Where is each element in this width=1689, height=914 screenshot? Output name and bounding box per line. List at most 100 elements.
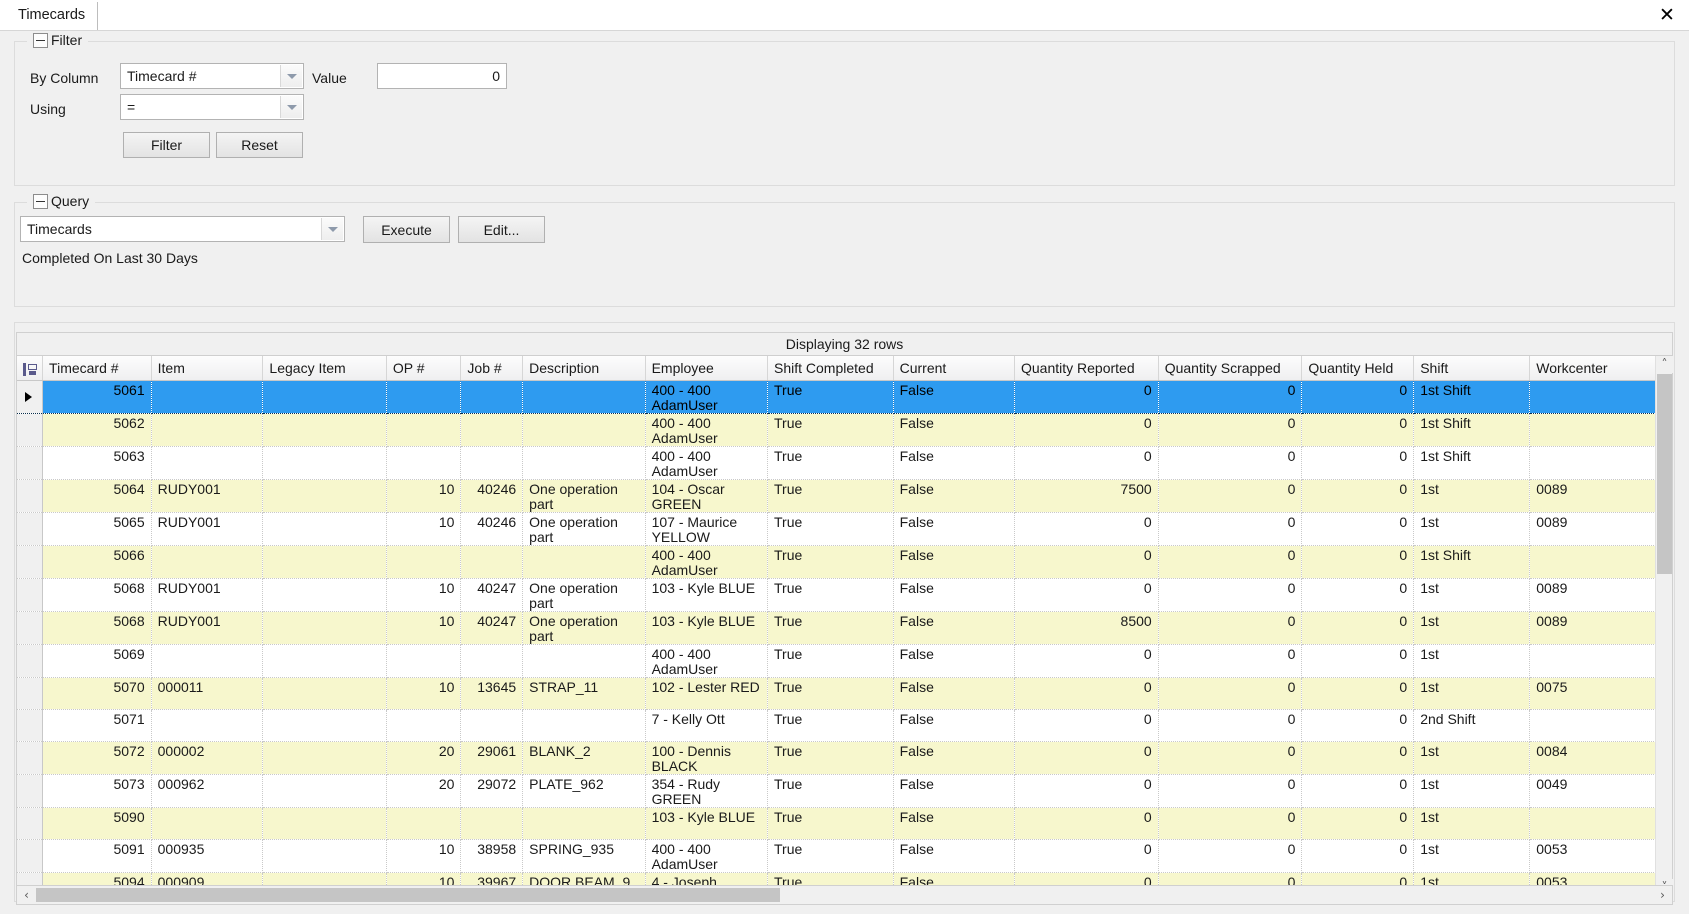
- description-cell[interactable]: [522, 545, 646, 579]
- quantity-scrapped-cell[interactable]: 0: [1158, 677, 1303, 710]
- legacy-item-cell[interactable]: [262, 479, 387, 513]
- row-header-cell[interactable]: [17, 839, 44, 873]
- horizontal-scroll-thumb[interactable]: [36, 888, 780, 902]
- workcenter-cell[interactable]: [1529, 807, 1656, 840]
- shift-completed-cell[interactable]: True: [767, 839, 894, 873]
- query-select[interactable]: Timecards: [20, 216, 345, 242]
- table-row[interactable]: 5069 400 - 400 AdamUser True False 0 0 0 1st: [17, 644, 1656, 678]
- row-header-cell[interactable]: [17, 379, 44, 414]
- table-row[interactable]: 5090 103 - Kyle BLUE True False 0 0 0 1st: [17, 807, 1656, 840]
- description-cell[interactable]: [522, 807, 646, 840]
- current-cell[interactable]: False: [893, 479, 1015, 513]
- job-cell[interactable]: [460, 413, 524, 447]
- collapse-query-icon[interactable]: [33, 194, 48, 209]
- row-header-cell[interactable]: [17, 578, 44, 612]
- item-cell[interactable]: [151, 709, 264, 742]
- item-cell[interactable]: 000011: [151, 677, 264, 710]
- timecard-cell[interactable]: 5061: [42, 379, 152, 414]
- quantity-held-cell[interactable]: 0: [1301, 611, 1415, 645]
- item-cell[interactable]: [151, 807, 264, 840]
- shift-cell[interactable]: 1st: [1413, 512, 1531, 546]
- col-header-legacy-item[interactable]: Legacy Item: [262, 356, 387, 381]
- employee-cell[interactable]: 103 - Kyle BLUE: [645, 611, 769, 645]
- quantity-held-cell[interactable]: 0: [1301, 578, 1415, 612]
- current-cell[interactable]: False: [893, 839, 1015, 873]
- timecard-cell[interactable]: 5072: [42, 741, 152, 775]
- current-cell[interactable]: False: [893, 807, 1015, 840]
- legacy-item-cell[interactable]: [262, 446, 387, 480]
- quantity-reported-cell[interactable]: 0: [1014, 644, 1159, 678]
- op-cell[interactable]: [386, 379, 462, 414]
- item-cell[interactable]: RUDY001: [151, 578, 264, 612]
- table-row[interactable]: 5070 000011 10 13645 STRAP_11 102 - Lester RE…: [17, 677, 1656, 710]
- col-header-employee[interactable]: Employee: [645, 356, 769, 381]
- by-column-select[interactable]: Timecard #: [120, 63, 304, 89]
- item-cell[interactable]: 000962: [151, 774, 264, 808]
- quantity-scrapped-cell[interactable]: 0: [1158, 578, 1303, 612]
- reset-button[interactable]: Reset: [216, 132, 303, 158]
- shift-completed-cell[interactable]: True: [767, 446, 894, 480]
- op-cell[interactable]: 10: [386, 677, 462, 710]
- timecard-cell[interactable]: 5069: [42, 644, 152, 678]
- chevron-down-icon[interactable]: [280, 65, 302, 87]
- table-row[interactable]: 5071 7 - Kelly Ott True False 0 0 0 2nd Shift: [17, 709, 1656, 742]
- item-cell[interactable]: [151, 413, 264, 447]
- table-row[interactable]: 5091 000935 10 38958 SPRING_935 400 - 400 Ada…: [17, 839, 1656, 873]
- legacy-item-cell[interactable]: [262, 741, 387, 775]
- timecard-cell[interactable]: 5062: [42, 413, 152, 447]
- shift-cell[interactable]: 1st Shift: [1413, 545, 1531, 579]
- workcenter-cell[interactable]: 0049: [1529, 774, 1656, 808]
- op-cell[interactable]: 20: [386, 741, 462, 775]
- quantity-reported-cell[interactable]: 0: [1014, 578, 1159, 612]
- quantity-held-cell[interactable]: 0: [1301, 677, 1415, 710]
- current-cell[interactable]: False: [893, 413, 1015, 447]
- op-cell[interactable]: 10: [386, 839, 462, 873]
- item-cell[interactable]: RUDY001: [151, 512, 264, 546]
- quantity-held-cell[interactable]: 0: [1301, 545, 1415, 579]
- col-header-shift[interactable]: Shift: [1413, 356, 1531, 381]
- row-header-cell[interactable]: [17, 807, 44, 840]
- quantity-reported-cell[interactable]: 0: [1014, 512, 1159, 546]
- timecard-cell[interactable]: 5070: [42, 677, 152, 710]
- current-cell[interactable]: False: [893, 644, 1015, 678]
- op-cell[interactable]: 10: [386, 512, 462, 546]
- row-header-cell[interactable]: [17, 611, 44, 645]
- col-header-job[interactable]: Job #: [460, 356, 524, 381]
- row-header-cell[interactable]: [17, 709, 44, 742]
- quantity-held-cell[interactable]: 0: [1301, 413, 1415, 447]
- job-cell[interactable]: [460, 379, 524, 414]
- quantity-held-cell[interactable]: 0: [1301, 709, 1415, 742]
- timecard-cell[interactable]: 5065: [42, 512, 152, 546]
- employee-cell[interactable]: 7 - Kelly Ott: [645, 709, 769, 742]
- col-header-timecard[interactable]: Timecard #: [42, 356, 152, 381]
- quantity-held-cell[interactable]: 0: [1301, 839, 1415, 873]
- shift-cell[interactable]: 1st: [1413, 644, 1531, 678]
- col-header-quantity-reported[interactable]: Quantity Reported: [1014, 356, 1159, 381]
- job-cell[interactable]: [460, 807, 524, 840]
- legacy-item-cell[interactable]: [262, 413, 387, 447]
- workcenter-cell[interactable]: [1529, 545, 1656, 579]
- quantity-reported-cell[interactable]: 0: [1014, 709, 1159, 742]
- quantity-held-cell[interactable]: 0: [1301, 379, 1415, 414]
- current-cell[interactable]: False: [893, 709, 1015, 742]
- description-cell[interactable]: [522, 644, 646, 678]
- shift-completed-cell[interactable]: True: [767, 379, 894, 414]
- current-cell[interactable]: False: [893, 741, 1015, 775]
- quantity-scrapped-cell[interactable]: 0: [1158, 741, 1303, 775]
- filter-button[interactable]: Filter: [123, 132, 210, 158]
- quantity-reported-cell[interactable]: 0: [1014, 545, 1159, 579]
- quantity-held-cell[interactable]: 0: [1301, 774, 1415, 808]
- col-header-current[interactable]: Current: [893, 356, 1015, 381]
- close-icon[interactable]: ✕: [1655, 3, 1679, 27]
- row-header-cell[interactable]: [17, 446, 44, 480]
- workcenter-cell[interactable]: 0075: [1529, 677, 1656, 710]
- employee-cell[interactable]: 400 - 400 AdamUser: [645, 379, 769, 414]
- scroll-right-icon[interactable]: ›: [1654, 887, 1671, 903]
- quantity-reported-cell[interactable]: 0: [1014, 677, 1159, 710]
- op-cell[interactable]: 10: [386, 578, 462, 612]
- shift-completed-cell[interactable]: True: [767, 611, 894, 645]
- shift-cell[interactable]: 1st: [1413, 774, 1531, 808]
- grid-vertical-scrollbar[interactable]: ˄ ˅: [1655, 356, 1673, 896]
- op-cell[interactable]: [386, 709, 462, 742]
- description-cell[interactable]: [522, 413, 646, 447]
